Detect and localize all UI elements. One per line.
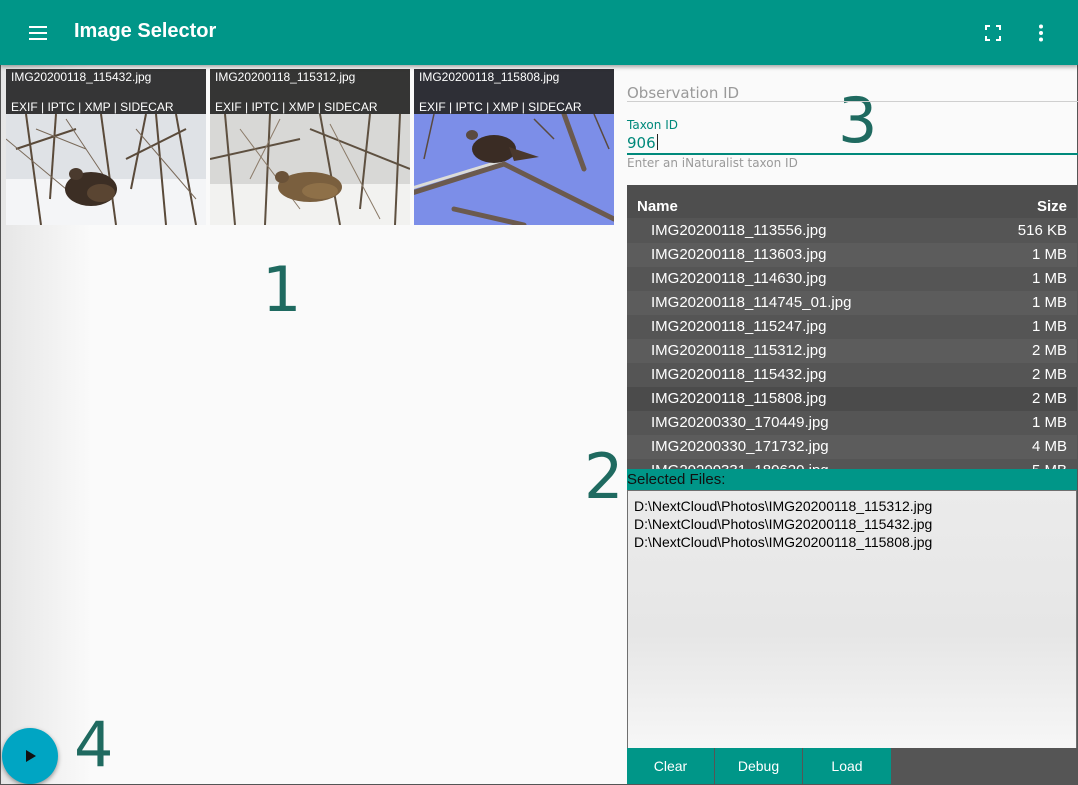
observation-id-field[interactable]: Observation ID	[627, 84, 739, 102]
app-title: Image Selector	[74, 20, 217, 42]
file-size-cell: 1 MB	[1031, 246, 1067, 263]
more-vert-icon[interactable]	[1024, 15, 1058, 51]
selected-files-textarea[interactable]: D:\NextCloud\Photos\IMG20200118_115312.j…	[627, 490, 1077, 752]
selected-file-path: D:\NextCloud\Photos\IMG20200118_115312.j…	[634, 498, 933, 514]
thumbnail-2[interactable]: IMG20200118_115312.jpg EXIF | IPTC | XMP…	[210, 69, 410, 225]
thumbnail-3[interactable]: IMG20200118_115808.jpg EXIF | IPTC | XMP…	[414, 69, 614, 225]
file-size-cell: 516 KB	[1017, 222, 1067, 239]
taxon-id-value: 906	[627, 134, 656, 152]
table-header: Name Size	[627, 185, 1077, 218]
table-row[interactable]: IMG20200330_171732.jpg 4 MB	[627, 435, 1077, 459]
selected-file-path: D:\NextCloud\Photos\IMG20200118_115808.j…	[634, 534, 933, 550]
file-name-cell: IMG20200118_113603.jpg	[651, 246, 827, 263]
thumbnail-metadata: EXIF | IPTC | XMP | SIDECAR	[419, 100, 582, 114]
clear-button[interactable]: Clear	[627, 748, 714, 784]
table-row[interactable]: IMG20200118_115312.jpg 2 MB	[627, 339, 1077, 363]
column-header-size[interactable]: Size	[1037, 198, 1067, 215]
play-button[interactable]	[2, 728, 58, 784]
selected-files-label: Selected Files:	[627, 471, 726, 488]
debug-button[interactable]: Debug	[715, 748, 802, 784]
file-name-cell: IMG20200118_115312.jpg	[651, 342, 827, 359]
table-row[interactable]: IMG20200118_115808.jpg 2 MB	[627, 387, 1077, 411]
thumbnail-caption: IMG20200118_115808.jpg EXIF | IPTC | XMP…	[414, 69, 614, 114]
file-size-cell: 5 MB	[1032, 462, 1067, 469]
selected-files-label-bar: Selected Files:	[627, 469, 1077, 490]
file-name-cell: IMG20200118_114630.jpg	[651, 270, 827, 287]
annotation-number-3: 3	[838, 84, 878, 157]
file-name-cell: IMG20200331_180620.jpg	[651, 462, 829, 469]
annotation-number-2: 2	[584, 440, 624, 513]
selected-file-path: D:\NextCloud\Photos\IMG20200118_115432.j…	[634, 516, 933, 532]
file-size-cell: 2 MB	[1031, 342, 1067, 359]
file-name-cell: IMG20200330_170449.jpg	[651, 414, 829, 431]
thumbnail-caption: IMG20200118_115312.jpg EXIF | IPTC | XMP…	[210, 69, 410, 114]
table-row[interactable]: IMG20200330_170449.jpg 1 MB	[627, 411, 1077, 435]
thumbnail-metadata: EXIF | IPTC | XMP | SIDECAR	[11, 100, 174, 114]
play-icon	[26, 750, 36, 762]
table-row[interactable]: IMG20200118_115432.jpg 2 MB	[627, 363, 1077, 387]
fullscreen-icon[interactable]	[976, 15, 1010, 51]
file-size-cell: 1 MB	[1031, 318, 1067, 335]
thumbnail-filename: IMG20200118_115312.jpg	[215, 70, 356, 84]
table-row[interactable]: IMG20200118_113556.jpg 516 KB	[627, 219, 1077, 243]
taxon-id-label: Taxon ID	[627, 118, 678, 132]
table-row[interactable]: IMG20200118_115247.jpg 1 MB	[627, 315, 1077, 339]
button-bar: Clear Debug Load	[627, 748, 1078, 784]
taxon-id-input[interactable]: 906	[627, 134, 658, 152]
table-row[interactable]: IMG20200118_113603.jpg 1 MB	[627, 243, 1077, 267]
text-caret	[656, 134, 658, 150]
file-size-cell: 1 MB	[1031, 294, 1067, 311]
file-name-cell: IMG20200118_114745_01.jpg	[651, 294, 852, 311]
observation-id-underline	[627, 101, 1078, 102]
thumbnail-1[interactable]: IMG20200118_115432.jpg EXIF | IPTC | XMP…	[6, 69, 206, 225]
taxon-id-hint: Enter an iNaturalist taxon ID	[627, 156, 798, 170]
file-name-cell: IMG20200118_115808.jpg	[651, 390, 827, 407]
table-row[interactable]: IMG20200118_114630.jpg 1 MB	[627, 267, 1077, 291]
file-size-cell: 2 MB	[1031, 366, 1067, 383]
thumbnail-filename: IMG20200118_115432.jpg	[11, 70, 152, 84]
file-name-cell: IMG20200118_113556.jpg	[651, 222, 827, 239]
file-size-cell: 1 MB	[1031, 270, 1067, 287]
annotation-number-1: 1	[262, 253, 302, 326]
taxon-id-underline	[627, 153, 1078, 155]
column-header-name[interactable]: Name	[637, 198, 678, 215]
top-app-bar: Image Selector	[0, 0, 1078, 65]
file-size-cell: 2 MB	[1031, 390, 1067, 407]
file-table[interactable]: Name Size IMG20200118_113556.jpg 516 KB IM…	[627, 185, 1077, 469]
table-row[interactable]: IMG20200118_114745_01.jpg 1 MB	[627, 291, 1077, 315]
annotation-number-4: 4	[74, 708, 114, 781]
file-name-cell: IMG20200330_171732.jpg	[651, 438, 829, 455]
file-name-cell: IMG20200118_115432.jpg	[651, 366, 827, 383]
file-size-cell: 4 MB	[1031, 438, 1067, 455]
thumbnail-caption: IMG20200118_115432.jpg EXIF | IPTC | XMP…	[6, 69, 206, 114]
table-row[interactable]: IMG20200331_180620.jpg 5 MB	[627, 459, 1077, 469]
table-body: IMG20200118_113556.jpg 516 KB IMG20200118_…	[627, 219, 1077, 469]
thumbnail-filename: IMG20200118_115808.jpg	[419, 70, 560, 84]
thumbnail-metadata: EXIF | IPTC | XMP | SIDECAR	[215, 100, 378, 114]
file-name-cell: IMG20200118_115247.jpg	[651, 318, 827, 335]
menu-icon[interactable]	[20, 15, 56, 51]
load-button[interactable]: Load	[803, 748, 891, 784]
file-size-cell: 1 MB	[1031, 414, 1067, 431]
